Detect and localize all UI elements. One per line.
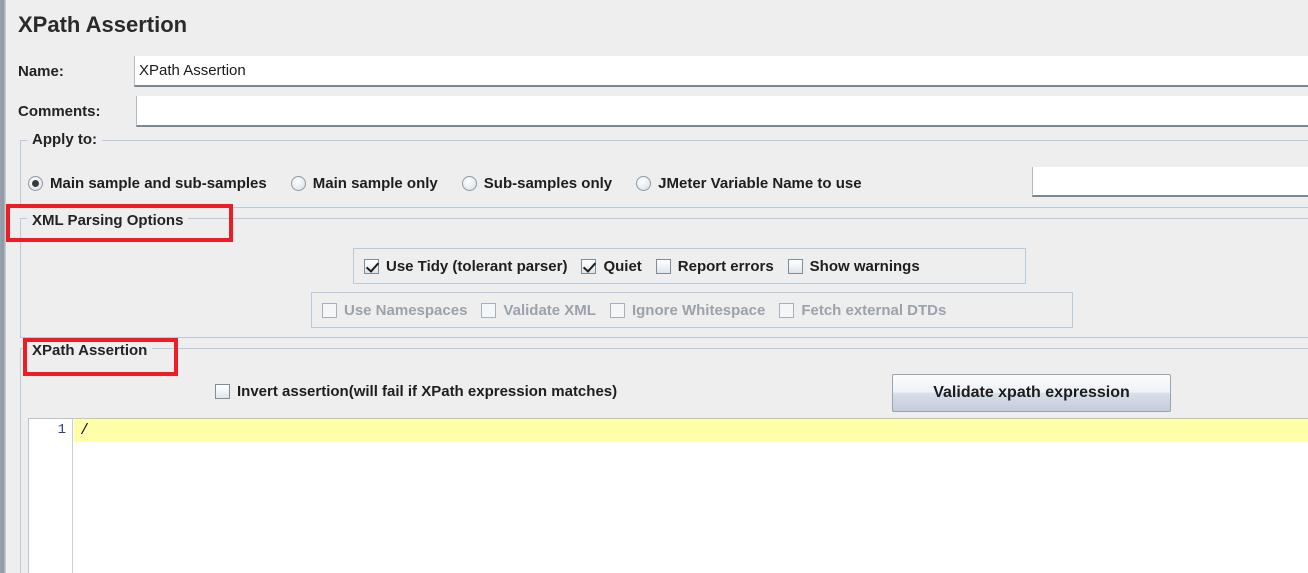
checkbox-unchecked-icon xyxy=(787,258,803,274)
radio-main-and-sub[interactable]: Main sample and sub-samples xyxy=(28,175,267,192)
radio-unselected-icon xyxy=(290,175,306,191)
checkbox-unchecked-icon xyxy=(779,302,795,318)
xml-parsing-options-title: XML Parsing Options xyxy=(27,212,189,229)
invert-assertion-label: Invert assertion(will fail if XPath expr… xyxy=(237,383,618,400)
checkbox-unchecked-icon xyxy=(609,302,625,318)
checkbox-validate-xml: Validate XML xyxy=(481,302,596,319)
comments-input[interactable] xyxy=(136,96,1308,127)
apply-to-radio-group: Main sample and sub-samples Main sample … xyxy=(28,170,886,196)
checkbox-use-tidy[interactable]: Use Tidy (tolerant parser) xyxy=(364,258,567,275)
name-label: Name: xyxy=(18,63,64,80)
checkbox-label: Use Namespaces xyxy=(344,301,468,319)
radio-selected-icon xyxy=(28,175,43,191)
name-row: Name: xyxy=(6,56,1308,88)
invert-assertion-row[interactable]: Invert assertion(will fail if XPath expr… xyxy=(215,383,617,400)
checkbox-unchecked-icon xyxy=(215,384,230,399)
radio-unselected-icon xyxy=(636,175,652,191)
checkbox-label: Ignore Whitespace xyxy=(631,301,766,319)
xpath-assertion-panel: XPath Assertion Name: Comments: Apply to… xyxy=(0,0,1308,573)
checkbox-label: Validate XML xyxy=(503,301,596,319)
checkbox-quiet[interactable]: Quiet xyxy=(581,257,642,275)
radio-main-only[interactable]: Main sample only xyxy=(290,174,438,192)
jmeter-variable-name-input[interactable] xyxy=(1032,167,1308,197)
page-title: XPath Assertion xyxy=(18,12,188,37)
apply-to-title: Apply to: xyxy=(27,131,102,148)
checkbox-unchecked-icon xyxy=(322,302,337,318)
checkbox-label: Show warnings xyxy=(809,257,920,275)
editor-gutter: 1 xyxy=(29,419,73,573)
name-input[interactable] xyxy=(134,56,1308,87)
checkbox-label: Quiet xyxy=(603,257,642,275)
checkbox-report-errors[interactable]: Report errors xyxy=(655,257,774,275)
xml-parsing-row1: Use Tidy (tolerant parser) Quiet Report … xyxy=(353,248,1026,284)
xpath-expression-editor[interactable]: 1 / xyxy=(28,418,1308,573)
checkbox-label: Fetch external DTDs xyxy=(801,301,947,319)
radio-label: Main sample only xyxy=(312,174,438,192)
radio-label: Main sample and sub-samples xyxy=(50,174,267,192)
line-number: 1 xyxy=(57,422,66,438)
xml-parsing-row2: Use Namespaces Validate XML Ignore White… xyxy=(311,292,1073,328)
comments-row: Comments: xyxy=(6,96,1308,128)
checkbox-fetch-external-dtds: Fetch external DTDs xyxy=(779,302,946,319)
radio-label: Sub-samples only xyxy=(483,174,613,192)
checkbox-show-warnings[interactable]: Show warnings xyxy=(787,257,920,275)
comments-label: Comments: xyxy=(18,103,101,120)
checkbox-checked-icon xyxy=(581,258,597,274)
title-bar: XPath Assertion xyxy=(6,0,1308,50)
checkbox-ignore-whitespace: Ignore Whitespace xyxy=(609,301,766,319)
radio-label: JMeter Variable Name to use xyxy=(658,174,862,192)
checkbox-unchecked-icon xyxy=(655,258,671,274)
radio-jmeter-variable[interactable]: JMeter Variable Name to use xyxy=(636,174,862,192)
radio-sub-only[interactable]: Sub-samples only xyxy=(461,174,613,192)
checkbox-checked-icon xyxy=(364,258,379,274)
checkbox-use-namespaces: Use Namespaces xyxy=(322,302,467,319)
validate-xpath-expression-button[interactable]: Validate xpath expression xyxy=(892,374,1171,412)
editor-code-area[interactable]: / xyxy=(74,419,1308,573)
checkbox-unchecked-icon xyxy=(481,302,497,318)
radio-unselected-icon xyxy=(461,175,477,191)
checkbox-label: Use Tidy (tolerant parser) xyxy=(386,257,568,275)
checkbox-label: Report errors xyxy=(677,257,774,275)
xpath-assertion-section-title: XPath Assertion xyxy=(27,342,153,359)
editor-line-1[interactable]: / xyxy=(74,419,1308,442)
